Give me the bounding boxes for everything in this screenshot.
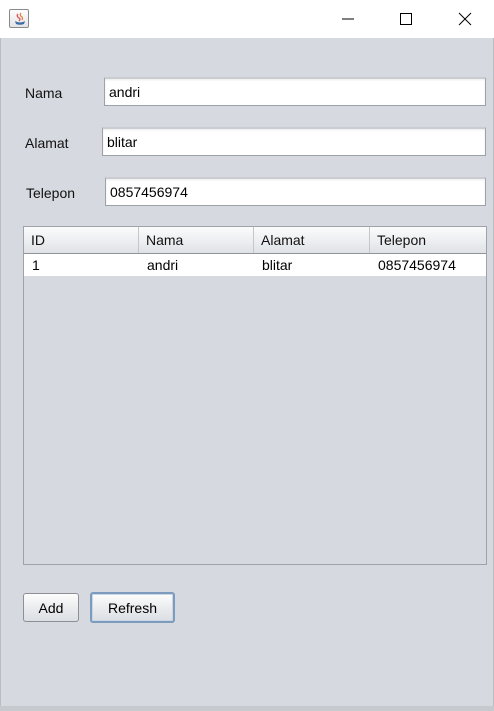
close-icon <box>458 12 472 26</box>
refresh-button[interactable]: Refresh <box>90 592 175 623</box>
title-bar[interactable] <box>0 0 494 38</box>
cell-telepon[interactable]: 0857456974 <box>370 254 486 276</box>
cell-id[interactable]: 1 <box>24 254 139 276</box>
add-button[interactable]: Add <box>23 593 79 622</box>
nama-field[interactable] <box>104 77 486 106</box>
column-header-telepon[interactable]: Telepon <box>370 227 486 253</box>
java-app-icon[interactable] <box>9 9 29 28</box>
table-header: ID Nama Alamat Telepon <box>24 227 486 254</box>
maximize-button[interactable] <box>377 0 435 38</box>
telepon-label: Telepon <box>26 185 76 201</box>
maximize-icon <box>400 13 412 25</box>
bottom-edge <box>0 706 494 711</box>
column-header-id[interactable]: ID <box>24 227 139 253</box>
alamat-field[interactable] <box>102 127 486 156</box>
minimize-button[interactable] <box>319 0 377 38</box>
app-window: Nama Alamat Telepon ID Nama Alamat Telep… <box>0 0 494 711</box>
table-row[interactable]: 1 andri blitar 0857456974 <box>24 254 486 276</box>
close-button[interactable] <box>436 0 494 38</box>
form-panel: Nama Alamat Telepon ID Nama Alamat Telep… <box>0 38 494 706</box>
minimize-icon <box>342 18 354 20</box>
alamat-label: Alamat <box>25 135 69 151</box>
column-header-nama[interactable]: Nama <box>139 227 254 253</box>
column-header-alamat[interactable]: Alamat <box>254 227 370 253</box>
telepon-field[interactable] <box>105 177 486 206</box>
cell-alamat[interactable]: blitar <box>254 254 370 276</box>
cell-nama[interactable]: andri <box>139 254 254 276</box>
contacts-table[interactable]: ID Nama Alamat Telepon 1 andri blitar 08… <box>23 226 487 565</box>
nama-label: Nama <box>25 85 63 101</box>
